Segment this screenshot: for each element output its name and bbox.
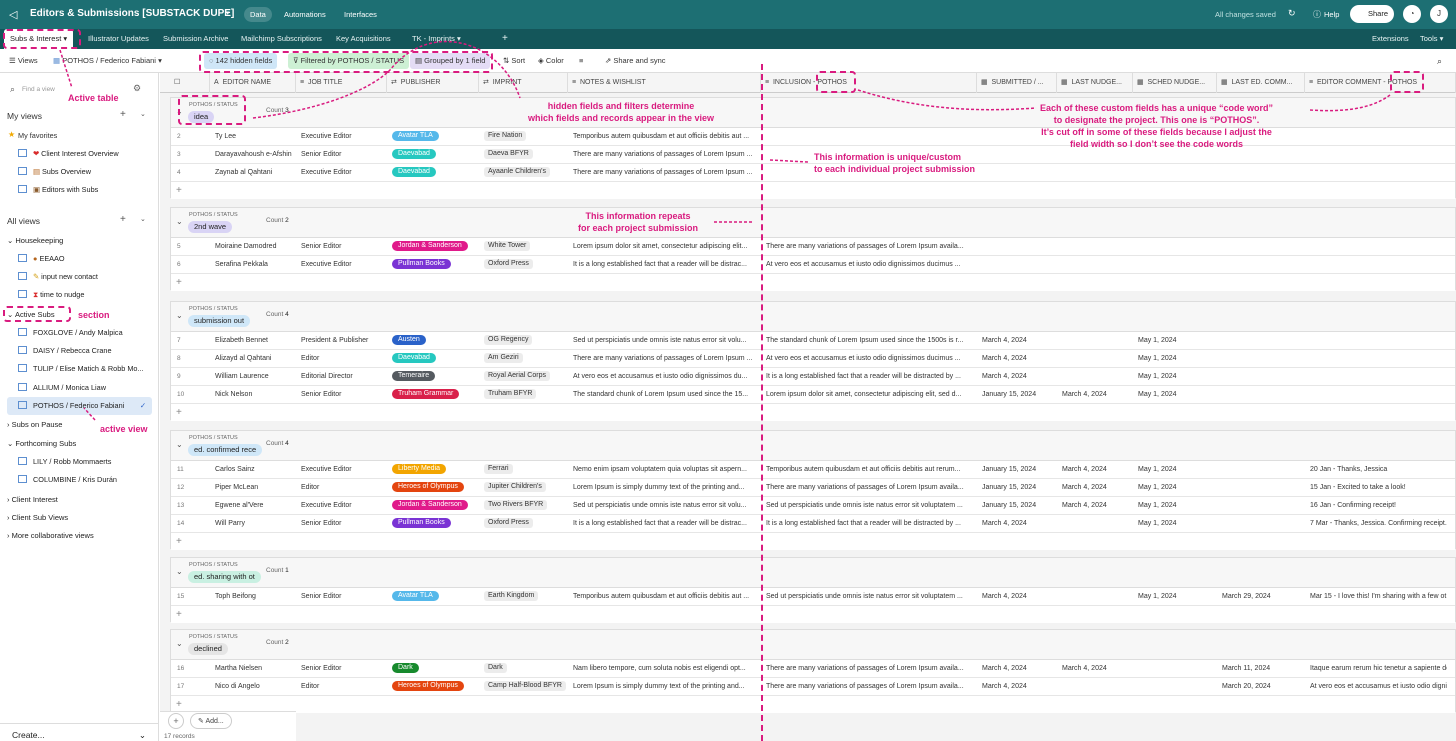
arrow-active-table	[59, 49, 73, 89]
arrow-hidden-fields	[252, 40, 521, 119]
annotation-arrows	[59, 40, 1391, 421]
arrow-codeword-left	[857, 89, 1037, 111]
arrow-codeword-right	[1309, 94, 1391, 112]
arrow-unique	[769, 159, 809, 163]
arrow-active-view	[83, 407, 96, 421]
